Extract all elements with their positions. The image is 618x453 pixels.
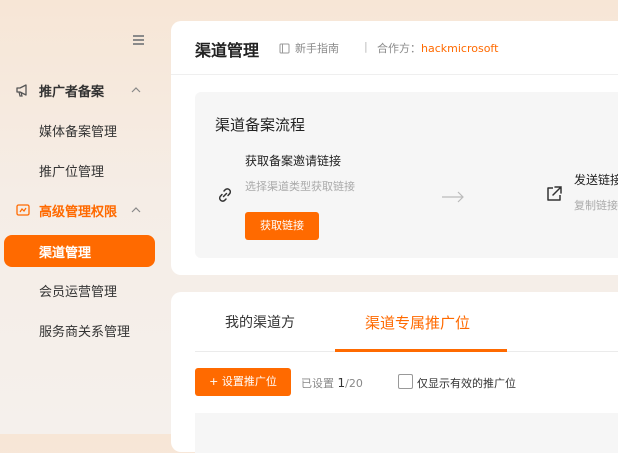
get-link-button[interactable]: 获取链接: [245, 212, 319, 240]
sidebar-item-media-registration[interactable]: 媒体备案管理: [0, 110, 165, 150]
chevron-up-icon[interactable]: [130, 84, 142, 96]
promotion-slot-card: 我的渠道方 渠道专属推广位 + 设置推广位 已设置 1/20 仅显示有效的推广位: [171, 292, 618, 453]
permission-icon: [16, 204, 30, 216]
sidebar-item-label: 渠道管理: [39, 246, 92, 261]
step2-title: 发送链接: [574, 173, 618, 187]
sidebar-group-label: 推广者备案: [39, 84, 105, 100]
step2-desc: 复制链接: [574, 199, 618, 212]
menu-collapse-icon[interactable]: [133, 35, 145, 45]
step1-title: 获取备案邀请链接: [245, 154, 342, 168]
sidebar-item-label: 服务商关系管理: [39, 325, 131, 340]
sidebar: 推广者备案 媒体备案管理 推广位管理 高级管理权限 渠道管理 会员运营管理 服务…: [0, 0, 165, 434]
megaphone-icon: [16, 84, 27, 97]
tab-my-channels[interactable]: 我的渠道方: [225, 312, 295, 332]
step1-desc: 选择渠道类型获取链接: [245, 180, 355, 193]
valid-only-label[interactable]: 仅显示有效的推广位: [417, 375, 516, 391]
active-tab-indicator: [335, 349, 507, 352]
sidebar-item-promotion-slot[interactable]: 推广位管理: [0, 150, 165, 190]
partner-label: 合作方：: [377, 42, 421, 55]
tab-channel-promotion-slots[interactable]: 渠道专属推广位: [365, 312, 470, 333]
link-icon: [218, 188, 232, 202]
header-separator: |: [364, 40, 368, 53]
share-icon: [547, 186, 562, 201]
arrow-right-icon: [442, 191, 464, 203]
sidebar-item-member-operations[interactable]: 会员运营管理: [0, 270, 165, 310]
beginner-guide-label: 新手指南: [295, 42, 339, 55]
valid-only-checkbox[interactable]: [398, 374, 413, 389]
sidebar-item-provider-relations[interactable]: 服务商关系管理: [0, 310, 165, 350]
page-title: 渠道管理: [195, 41, 260, 60]
flow-title: 渠道备案流程: [215, 116, 306, 134]
page-header: 渠道管理 新手指南 | 合作方：hackmicrosoft: [171, 21, 618, 75]
beginner-guide-link[interactable]: 新手指南: [279, 40, 339, 56]
partner-value: hackmicrosoft: [421, 42, 499, 55]
sidebar-item-channel-management[interactable]: 渠道管理: [4, 235, 155, 267]
sidebar-group-label: 高级管理权限: [39, 204, 118, 220]
table-header: [195, 413, 618, 453]
partner-info: 合作方：hackmicrosoft: [377, 40, 498, 56]
sidebar-item-label: 推广位管理: [39, 165, 105, 180]
channel-flow-card: 渠道管理 新手指南 | 合作方：hackmicrosoft 渠道备案流程 获取备…: [171, 21, 618, 275]
sidebar-item-label: 媒体备案管理: [39, 125, 118, 140]
chevron-up-icon[interactable]: [130, 204, 142, 216]
book-icon: [279, 43, 290, 53]
slot-count-current: 1: [337, 376, 346, 390]
slot-count-prefix: 已设置: [301, 377, 334, 390]
sidebar-group-promoter-registration[interactable]: 推广者备案: [0, 70, 165, 110]
add-promotion-slot-button[interactable]: + 设置推广位: [195, 368, 291, 396]
sidebar-item-label: 会员运营管理: [39, 285, 118, 300]
flow-panel: 渠道备案流程 获取备案邀请链接 选择渠道类型获取链接 获取链接 发送链接 复制链…: [195, 92, 618, 258]
slot-count-total: /20: [345, 377, 363, 390]
sidebar-group-advanced-permissions[interactable]: 高级管理权限: [0, 190, 165, 230]
slot-count: 已设置 1/20: [301, 375, 363, 391]
